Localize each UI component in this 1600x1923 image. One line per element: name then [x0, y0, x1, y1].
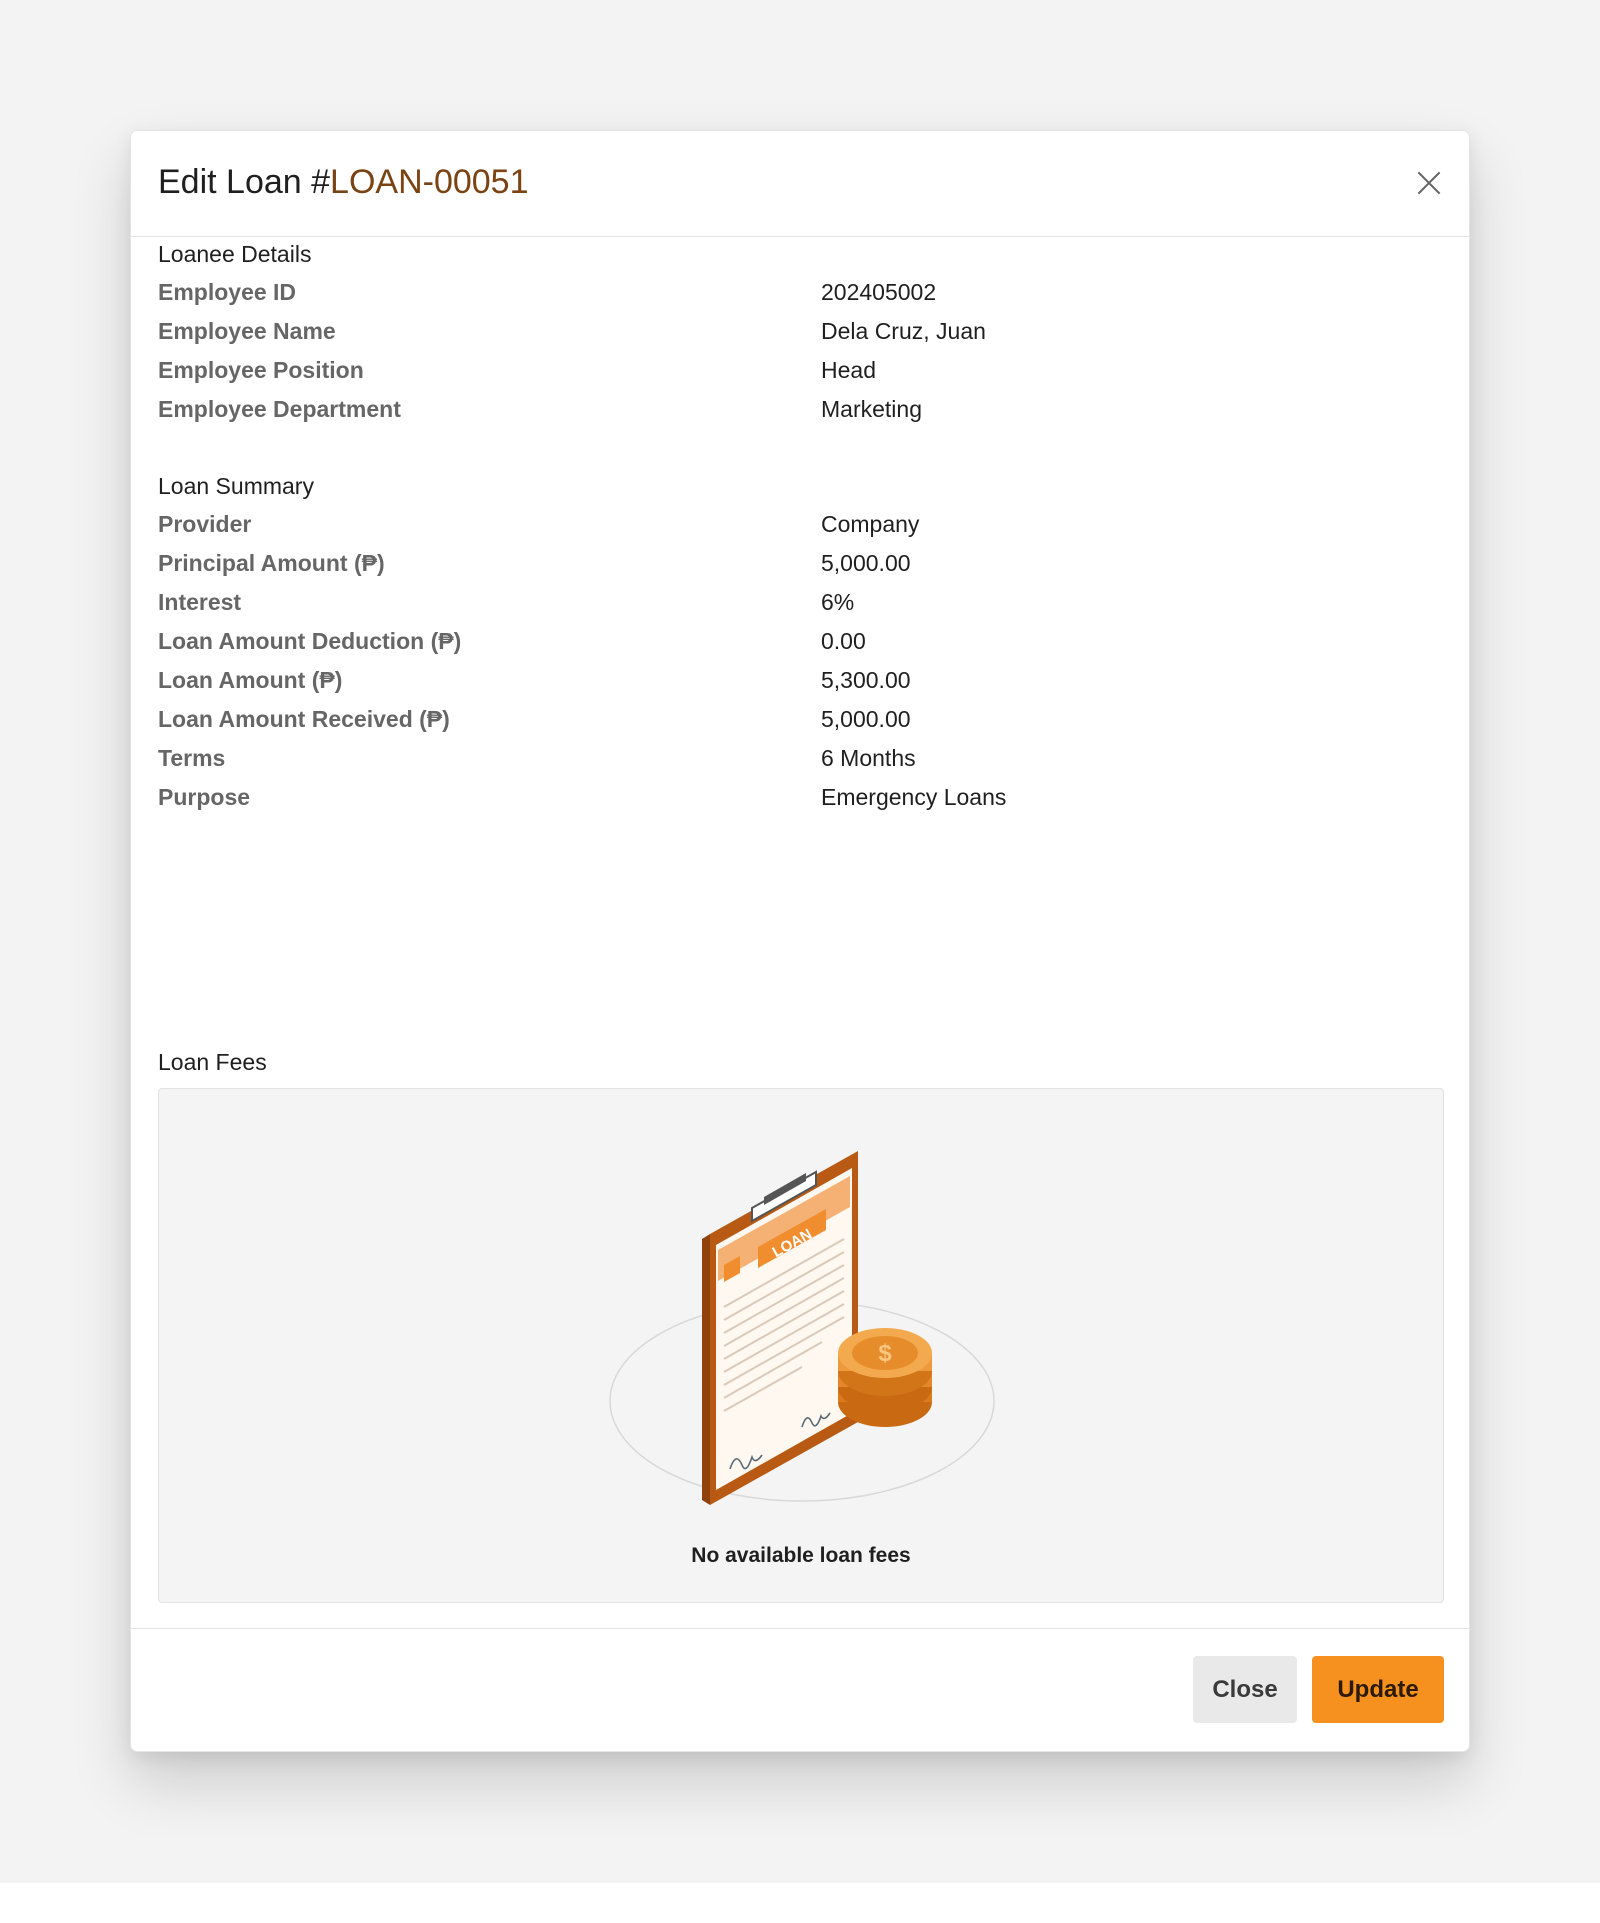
field-label: Principal Amount (₱) [158, 550, 385, 576]
summary-row-interest: Interest 6% [158, 589, 1444, 629]
field-label: Purpose [158, 784, 251, 810]
loanee-details-heading: Loanee Details [158, 241, 312, 267]
field-value: Head [821, 357, 876, 383]
field-value: 6 Months [821, 745, 916, 771]
field-label: Employee Department [158, 396, 401, 422]
field-label: Employee ID [158, 279, 297, 305]
close-button[interactable]: Close [1193, 1656, 1297, 1723]
summary-row-terms: Terms 6 Months [158, 745, 1444, 785]
field-label: Interest [158, 589, 242, 615]
field-value: Marketing [821, 396, 922, 422]
modal-title: Edit Loan #LOAN-00051 [158, 163, 529, 202]
summary-row-provider: Provider Company [158, 511, 1444, 551]
modal-title-prefix: Edit Loan # [158, 163, 331, 201]
summary-row-principal-amount: Principal Amount (₱) 5,000.00 [158, 550, 1444, 590]
field-value: 202405002 [821, 279, 937, 305]
modal-header: Edit Loan #LOAN-00051 [131, 131, 1469, 237]
empty-state-message: No available loan fees [691, 1544, 911, 1567]
field-value: Emergency Loans [821, 784, 1007, 810]
summary-row-purpose: Purpose Emergency Loans [158, 784, 1444, 824]
field-value: 5,000.00 [821, 706, 911, 732]
field-label: Employee Position [158, 357, 364, 383]
field-value: 5,300.00 [821, 667, 911, 693]
field-label: Provider [158, 511, 252, 537]
field-value: 5,000.00 [821, 550, 911, 576]
summary-row-loan-amount: Loan Amount (₱) 5,300.00 [158, 667, 1444, 707]
close-icon[interactable] [1411, 165, 1447, 201]
field-label: Loan Amount (₱) [158, 667, 343, 693]
modal-footer: Close Update [131, 1628, 1469, 1751]
field-value: 6% [821, 589, 855, 615]
loanee-row-employee-department: Employee Department Marketing [158, 396, 1444, 436]
loanee-row-employee-position: Employee Position Head [158, 357, 1444, 397]
edit-loan-modal: Edit Loan #LOAN-00051 Loanee Details Emp… [130, 130, 1470, 1752]
loan-summary-heading: Loan Summary [158, 473, 314, 499]
field-label: Terms [158, 745, 226, 771]
loan-fees-heading: Loan Fees [158, 1049, 267, 1075]
summary-row-loan-amount-received: Loan Amount Received (₱) 5,000.00 [158, 706, 1444, 746]
loan-clipboard-coins-illustration: LOAN $ [609, 1151, 995, 1505]
update-button[interactable]: Update [1312, 1656, 1444, 1723]
loan-id: LOAN-00051 [330, 163, 529, 201]
loanee-row-employee-id: Employee ID 202405002 [158, 279, 1444, 319]
field-value: Company [821, 511, 920, 537]
coin-symbol-icon: $ [878, 1340, 892, 1367]
field-label: Loan Amount Deduction (₱) [158, 628, 462, 654]
loan-fees-empty-state: LOAN $ No available loan fees [158, 1088, 1444, 1603]
field-value: 0.00 [821, 628, 866, 654]
summary-row-loan-amount-deduction: Loan Amount Deduction (₱) 0.00 [158, 628, 1444, 668]
field-label: Employee Name [158, 318, 336, 344]
field-value: Dela Cruz, Juan [821, 318, 986, 344]
loanee-row-employee-name: Employee Name Dela Cruz, Juan [158, 318, 1444, 358]
field-label: Loan Amount Received (₱) [158, 706, 450, 732]
